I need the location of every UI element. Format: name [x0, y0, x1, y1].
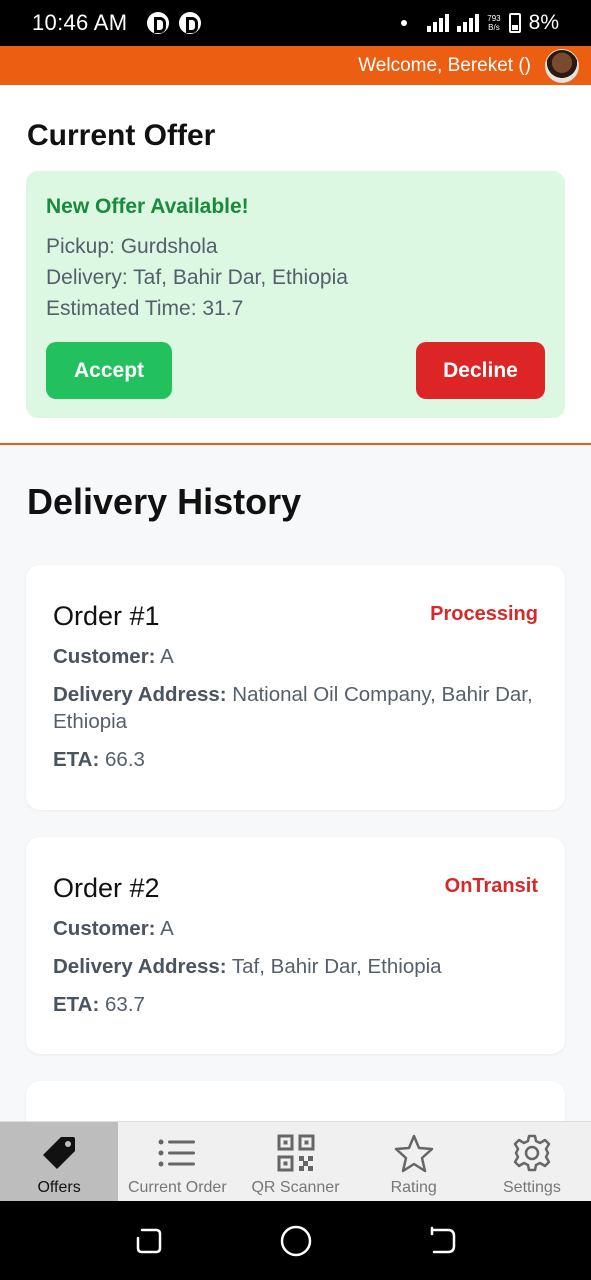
net-speed: 793 B/s	[487, 14, 500, 32]
recents-icon	[136, 1228, 161, 1253]
notification-dot-icon	[401, 20, 408, 26]
order-address: Delivery Address: Taf, Bahir Dar, Ethiop…	[53, 953, 538, 980]
order-address-label: Delivery Address:	[53, 683, 227, 706]
signal-icon	[427, 14, 450, 32]
qr-code-icon	[277, 1133, 315, 1173]
tag-icon	[39, 1133, 79, 1173]
signal-icon	[457, 14, 480, 32]
order-eta-value: 63.7	[105, 993, 145, 1016]
order-status: OnTransit	[444, 875, 538, 897]
nav-label: Offers	[37, 1179, 81, 1196]
home-icon	[280, 1225, 311, 1256]
order-card-partial[interactable]	[26, 1081, 565, 1121]
delivery-history-section[interactable]: Delivery History Order #1 Processing Cus…	[0, 447, 591, 1121]
notification-app-icon	[179, 12, 202, 34]
star-icon	[394, 1133, 434, 1173]
nav-label: Rating	[390, 1179, 437, 1196]
order-card[interactable]: Order #2 OnTransit Customer: A Delivery …	[26, 837, 565, 1054]
order-card[interactable]: Order #1 Processing Customer: A Delivery…	[26, 565, 565, 810]
battery-icon	[508, 13, 521, 33]
nav-item-offers[interactable]: Offers	[0, 1122, 119, 1201]
app-header: Welcome, Bereket ()	[0, 46, 591, 85]
system-nav-bar	[0, 1201, 591, 1280]
current-offer-section: Current Offer New Offer Available! Picku…	[0, 85, 591, 445]
avatar[interactable]	[545, 48, 579, 83]
nav-label: QR Scanner	[251, 1179, 340, 1196]
nav-item-current-order[interactable]: Current Order	[118, 1122, 236, 1201]
gear-icon	[512, 1133, 552, 1173]
battery-percent: 8%	[528, 11, 559, 34]
offer-estimated-time: Estimated Time: 31.7	[46, 297, 244, 320]
nav-label: Settings	[503, 1179, 561, 1196]
list-icon	[158, 1133, 196, 1173]
offer-card: New Offer Available! Pickup: Gurdshola D…	[26, 171, 565, 418]
offer-pickup: Pickup: Gurdshola	[46, 235, 218, 258]
delivery-history-title: Delivery History	[27, 481, 302, 522]
order-address-value: Taf, Bahir Dar, Ethiopia	[231, 955, 442, 978]
home-button[interactable]	[222, 1224, 369, 1258]
back-icon	[430, 1226, 455, 1253]
notification-icons	[147, 12, 202, 34]
recents-button[interactable]	[75, 1226, 222, 1256]
order-eta: ETA: 63.7	[53, 991, 538, 1018]
offer-delivery: Delivery: Taf, Bahir Dar, Ethiopia	[46, 266, 348, 289]
offer-heading: New Offer Available!	[46, 195, 249, 218]
back-button[interactable]	[369, 1226, 516, 1256]
accept-button[interactable]: Accept	[46, 342, 172, 399]
order-address-label: Delivery Address:	[53, 955, 227, 978]
nav-item-qr-scanner[interactable]: QR Scanner	[236, 1122, 354, 1201]
nav-item-settings[interactable]: Settings	[473, 1122, 591, 1201]
order-customer-label: Customer:	[53, 645, 156, 668]
status-time: 10:46 AM	[32, 10, 128, 35]
order-eta-value: 66.3	[105, 748, 145, 771]
net-speed-unit: B/s	[488, 23, 500, 32]
status-bar: 10:46 AM 793 B/s 8%	[0, 0, 591, 46]
order-customer-value: A	[160, 645, 174, 668]
notification-app-icon	[147, 12, 170, 34]
bottom-nav: Offers Current Order QR Scanner Rating S…	[0, 1121, 591, 1201]
decline-button[interactable]: Decline	[416, 342, 545, 399]
status-indicators: 793 B/s 8%	[401, 11, 559, 35]
welcome-text: Welcome, Bereket ()	[358, 54, 531, 76]
order-status: Processing	[430, 603, 538, 625]
order-customer-value: A	[160, 917, 174, 940]
order-eta: ETA: 66.3	[53, 746, 538, 773]
order-address: Delivery Address: National Oil Company, …	[53, 681, 538, 735]
nav-label: Current Order	[127, 1179, 227, 1196]
net-speed-value: 793	[487, 14, 501, 23]
order-customer: Customer: A	[53, 643, 538, 670]
order-customer-label: Customer:	[53, 917, 156, 940]
order-eta-label: ETA:	[53, 748, 100, 771]
nav-item-rating[interactable]: Rating	[355, 1122, 473, 1201]
order-customer: Customer: A	[53, 915, 538, 942]
current-offer-title: Current Offer	[27, 119, 216, 152]
order-eta-label: ETA:	[53, 993, 100, 1016]
